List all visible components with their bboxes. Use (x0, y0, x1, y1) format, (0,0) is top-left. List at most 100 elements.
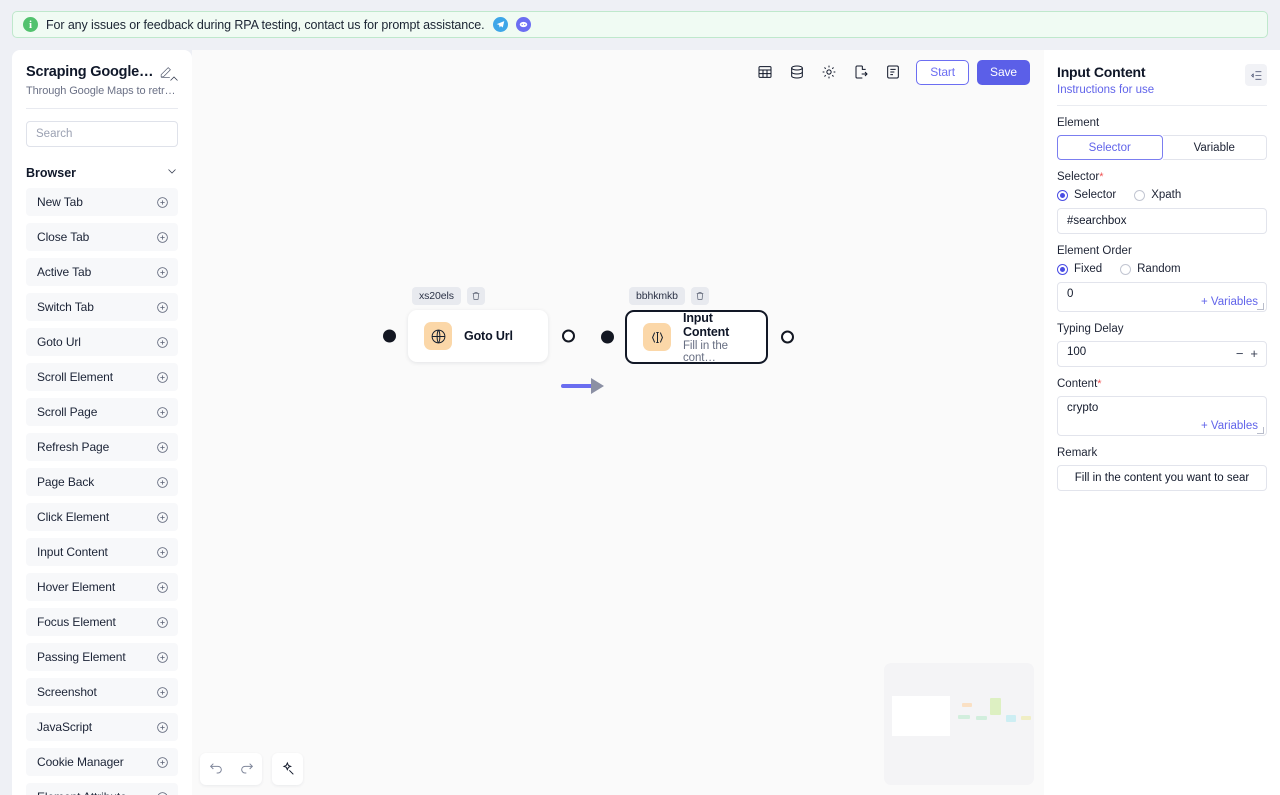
node-output-handle[interactable] (781, 330, 794, 344)
sidebar-item-page-back[interactable]: Page Back (26, 468, 178, 496)
sidebar-item-active-tab[interactable]: Active Tab (26, 258, 178, 286)
content-textarea[interactable]: crypto + Variables (1057, 396, 1267, 436)
panel-title: Input Content (1057, 64, 1146, 80)
sidebar-item-element-attribute[interactable]: Element Attribute (26, 783, 178, 795)
node-id-badge: xs20els (412, 287, 461, 305)
plus-circle-icon[interactable] (156, 791, 169, 795)
minimap[interactable] (884, 663, 1034, 785)
instructions-link[interactable]: Instructions for use (1057, 84, 1154, 96)
canvas-toolbar: Start Save (746, 52, 1034, 92)
table-icon[interactable] (750, 57, 780, 87)
sidebar-item-input-content[interactable]: Input Content (26, 538, 178, 566)
plus-circle-icon[interactable] (156, 336, 169, 349)
telegram-icon[interactable] (492, 17, 508, 32)
plus-circle-icon[interactable] (156, 196, 169, 209)
minimap-viewport[interactable] (892, 696, 950, 736)
plus-circle-icon[interactable] (156, 721, 169, 734)
selector-input[interactable] (1057, 208, 1267, 234)
stepper-minus-button[interactable]: − (1236, 347, 1244, 361)
content-variables-link[interactable]: + Variables (1201, 420, 1258, 432)
plus-circle-icon[interactable] (156, 266, 169, 279)
sidebar-item-label: Switch Tab (37, 300, 94, 314)
sidebar-item-label: Click Element (37, 510, 110, 524)
plus-circle-icon[interactable] (156, 616, 169, 629)
sidebar-item-hover-element[interactable]: Hover Element (26, 573, 178, 601)
plus-circle-icon[interactable] (156, 441, 169, 454)
node-output-handle[interactable] (562, 329, 575, 343)
sidebar-item-switch-tab[interactable]: Switch Tab (26, 293, 178, 321)
element-order-field[interactable]: 0 + Variables (1057, 282, 1267, 312)
node-card[interactable]: Input Content Fill in the cont… (625, 310, 768, 364)
notification-text: For any issues or feedback during RPA te… (46, 17, 485, 32)
discord-icon[interactable] (515, 17, 531, 32)
notification-banner: i For any issues or feedback during RPA … (12, 11, 1268, 38)
plus-circle-icon[interactable] (156, 406, 169, 419)
trash-icon[interactable] (690, 287, 709, 305)
tab-selector[interactable]: Selector (1057, 135, 1163, 160)
tab-variable[interactable]: Variable (1162, 135, 1267, 160)
plus-circle-icon[interactable] (156, 686, 169, 699)
export-file-icon[interactable] (846, 57, 876, 87)
undo-icon[interactable] (200, 753, 231, 785)
gear-icon[interactable] (814, 57, 844, 87)
node-input-handle[interactable] (601, 330, 614, 344)
database-icon[interactable] (782, 57, 812, 87)
radio-fixed[interactable] (1057, 263, 1068, 275)
save-button[interactable]: Save (977, 59, 1030, 85)
sidebar-item-click-element[interactable]: Click Element (26, 503, 178, 531)
plus-circle-icon[interactable] (156, 651, 169, 664)
sidebar-item-refresh-page[interactable]: Refresh Page (26, 433, 178, 461)
sidebar-item-scroll-element[interactable]: Scroll Element (26, 363, 178, 391)
sidebar-group-browser[interactable]: Browser (26, 164, 178, 182)
sidebar-item-label: New Tab (37, 195, 83, 209)
sidebar-item-screenshot[interactable]: Screenshot (26, 678, 178, 706)
sidebar-item-passing-element[interactable]: Passing Element (26, 643, 178, 671)
typing-delay-label: Typing Delay (1057, 323, 1124, 335)
node-input-handle[interactable] (383, 329, 396, 343)
plus-circle-icon[interactable] (156, 231, 169, 244)
radio-selector-label: Selector (1074, 189, 1117, 201)
sidebar-item-label: Passing Element (37, 650, 126, 664)
plus-circle-icon[interactable] (156, 756, 169, 769)
plus-circle-icon[interactable] (156, 301, 169, 314)
start-button[interactable]: Start (916, 59, 970, 85)
workflow-node-goto-url[interactable]: xs20els Goto Url (383, 287, 575, 362)
sidebar-item-close-tab[interactable]: Close Tab (26, 223, 178, 251)
redo-icon[interactable] (231, 753, 262, 785)
node-card[interactable]: Goto Url (408, 310, 548, 362)
typing-delay-field[interactable]: 100 − + (1057, 341, 1267, 367)
resize-handle-icon[interactable] (1257, 303, 1264, 310)
search-input[interactable] (26, 121, 178, 147)
required-marker: * (1097, 378, 1102, 390)
panel-divider (1057, 105, 1267, 106)
sidebar-item-cookie-manager[interactable]: Cookie Manager (26, 748, 178, 776)
remark-input[interactable] (1057, 465, 1267, 491)
plus-circle-icon[interactable] (156, 476, 169, 489)
element-order-variables-link[interactable]: + Variables (1201, 296, 1258, 308)
stepper-plus-button[interactable]: + (1250, 347, 1258, 361)
log-icon[interactable] (878, 57, 908, 87)
sidebar-item-scroll-page[interactable]: Scroll Page (26, 398, 178, 426)
chevron-down-icon[interactable] (166, 164, 178, 182)
minimap-node-block (1006, 715, 1016, 722)
node-description: Fill in the cont… (683, 339, 728, 364)
sidebar-item-goto-url[interactable]: Goto Url (26, 328, 178, 356)
radio-xpath[interactable] (1134, 189, 1146, 201)
plus-circle-icon[interactable] (156, 546, 169, 559)
sidebar-item-new-tab[interactable]: New Tab (26, 188, 178, 216)
sidebar-item-focus-element[interactable]: Focus Element (26, 608, 178, 636)
content-label-text: Content (1057, 378, 1098, 390)
plus-circle-icon[interactable] (156, 511, 169, 524)
trash-icon[interactable] (466, 287, 485, 305)
magic-wand-icon[interactable] (272, 753, 303, 785)
radio-random[interactable] (1120, 263, 1132, 275)
list-view-icon[interactable] (1245, 64, 1267, 86)
workflow-canvas[interactable]: Start Save xs20els Goto Url bbhkmkb Inpu… (192, 50, 1044, 795)
sidebar-item-javascript[interactable]: JavaScript (26, 713, 178, 741)
radio-selector[interactable] (1057, 189, 1068, 201)
plus-circle-icon[interactable] (156, 581, 169, 594)
chevron-up-icon[interactable] (168, 72, 180, 84)
resize-handle-icon[interactable] (1257, 427, 1264, 434)
plus-circle-icon[interactable] (156, 371, 169, 384)
workflow-node-input-content[interactable]: bbhkmkb Input Content Fill in the cont… (601, 287, 794, 364)
